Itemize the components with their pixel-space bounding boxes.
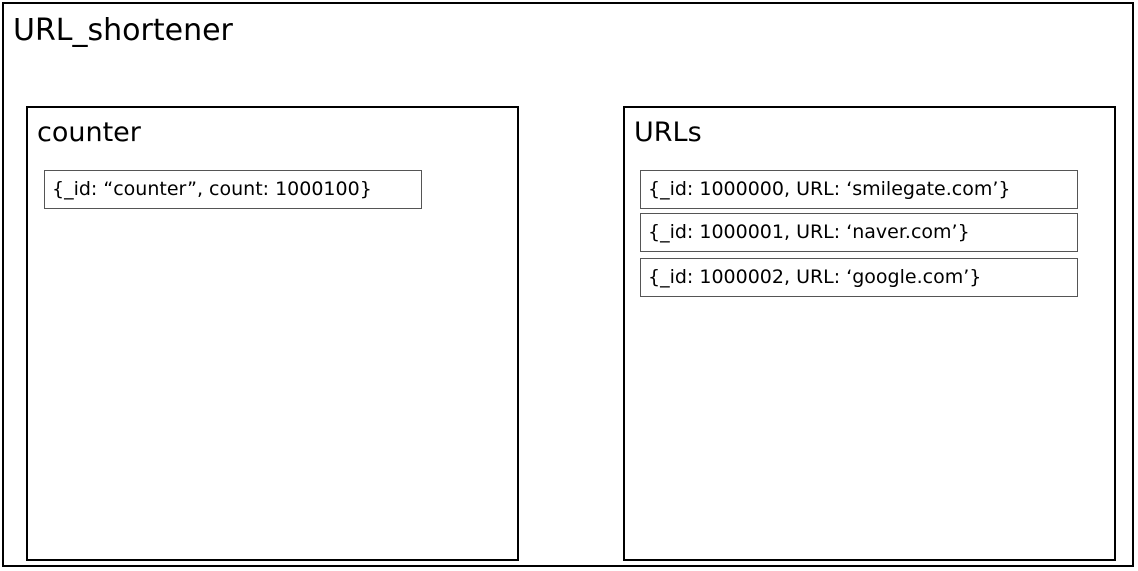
document-url: {_id: 1000002, URL: ‘google.com’} <box>640 258 1078 297</box>
database-title: URL_shortener <box>13 13 233 48</box>
document-url: {_id: 1000001, URL: ‘naver.com’} <box>640 213 1078 252</box>
collection-counter: counter {_id: “counter”, count: 1000100} <box>26 106 519 561</box>
database-container: URL_shortener counter {_id: “counter”, c… <box>2 2 1134 567</box>
collection-title: URLs <box>634 117 702 148</box>
collection-urls: URLs {_id: 1000000, URL: ‘smilegate.com’… <box>623 106 1116 561</box>
document-counter: {_id: “counter”, count: 1000100} <box>44 170 422 209</box>
collection-title: counter <box>37 117 141 148</box>
document-url: {_id: 1000000, URL: ‘smilegate.com’} <box>640 170 1078 209</box>
